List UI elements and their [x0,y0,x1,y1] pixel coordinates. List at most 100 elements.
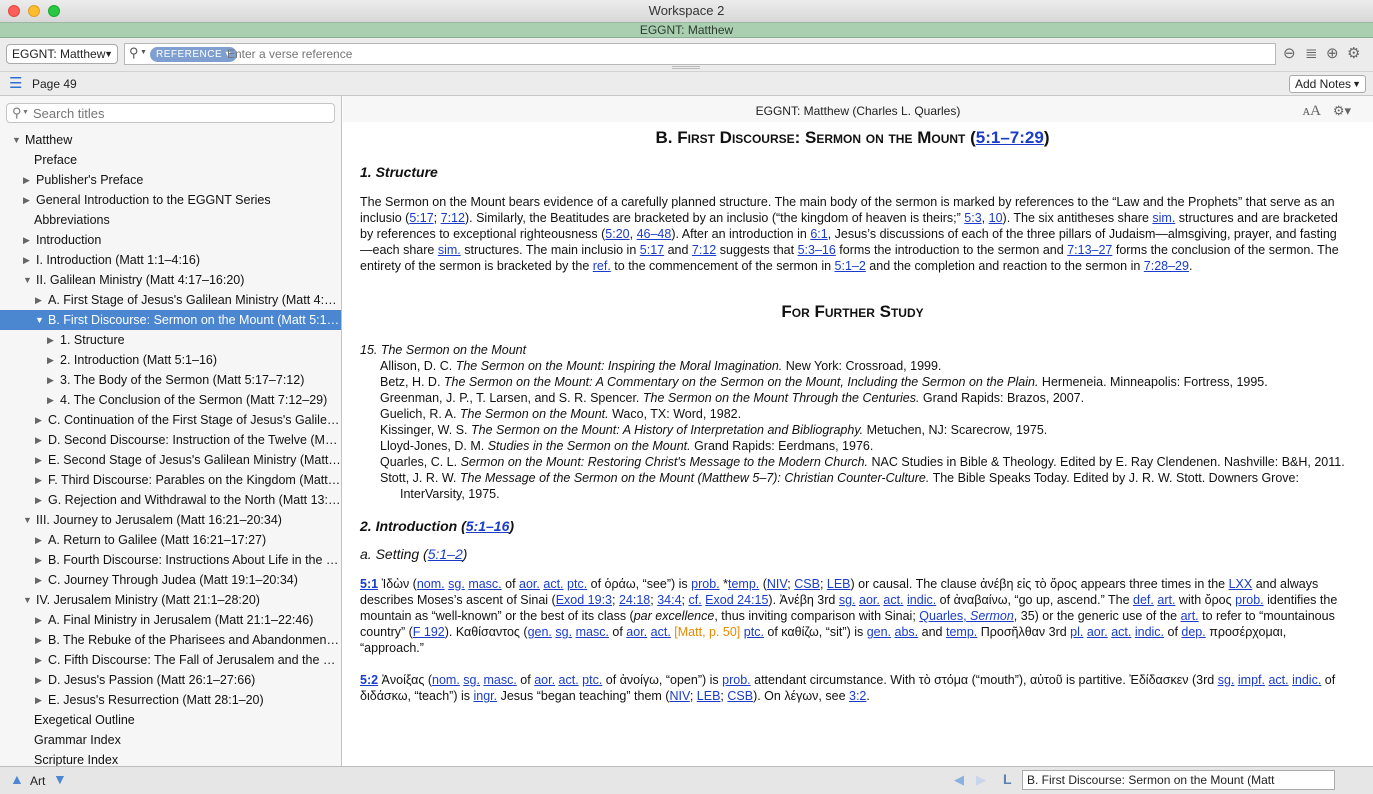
disclosure-closed-icon[interactable]: ▶ [35,570,42,590]
back-arrow-icon[interactable]: ◀ [954,772,964,788]
disclosure-closed-icon[interactable]: ▶ [23,170,30,190]
abbr-link[interactable]: indic. [907,593,936,607]
abbr-link[interactable]: act. [559,673,579,687]
disclosure-closed-icon[interactable]: ▶ [47,370,54,390]
disclosure-closed-icon[interactable]: ▶ [47,390,54,410]
abbr-link[interactable]: masc. [576,625,609,639]
abbr-link[interactable]: aor. [519,577,540,591]
abbr-link[interactable]: temp. [946,625,977,639]
disclosure-closed-icon[interactable]: ▶ [35,610,42,630]
abbr-link[interactable]: nom. [432,673,460,687]
disclosure-open-icon[interactable]: ▼ [35,310,44,330]
disclosure-closed-icon[interactable]: ▶ [23,230,30,250]
list-icon[interactable]: ≣ [1305,45,1318,63]
disclosure-closed-icon[interactable]: ▶ [35,550,42,570]
toc-item[interactable]: ▶ B. Fourth Discourse: Instructions About… [0,550,341,570]
abbr-link[interactable]: CSB [794,577,820,591]
abbr-link[interactable]: ptc. [744,625,764,639]
verse-link[interactable]: 5:2 [360,673,378,687]
toc-icon[interactable]: ☰ [9,74,22,92]
abbr-link[interactable]: sg. [463,673,480,687]
toc-item[interactable]: ▼ B. First Discourse: Sermon on the Mount… [0,310,341,330]
toc-item[interactable]: Exegetical Outline [0,710,341,730]
ref-link[interactable]: 7:12 [441,211,465,225]
abbr-link[interactable]: sim. [1152,211,1175,225]
abbr-link[interactable]: dep. [1181,625,1205,639]
reference-search-box[interactable]: ⚲ ▼ REFERENCE ▾ [124,43,1276,65]
ref-link[interactable]: 3:2 [849,689,866,703]
disclosure-open-icon[interactable]: ▼ [23,510,32,530]
abbr-link[interactable]: masc. [468,577,501,591]
title-search-input[interactable] [33,106,328,120]
ref-link[interactable]: 5:1–2 [428,546,463,562]
arrow-down-icon[interactable]: ▼ [53,771,67,787]
ref-link[interactable]: 10 [989,211,1003,225]
abbr-link[interactable]: gen. [867,625,891,639]
ref-link[interactable]: 7:28–29 [1144,259,1189,273]
disclosure-open-icon[interactable]: ▼ [12,130,21,150]
abbr-link[interactable]: ptc. [567,577,587,591]
reference-type-pill[interactable]: REFERENCE ▾ [150,47,237,62]
disclosure-closed-icon[interactable]: ▶ [35,670,42,690]
abbr-link[interactable]: aor. [1087,625,1108,639]
abbr-link[interactable]: act. [1268,673,1288,687]
ref-link[interactable]: Exod 24:15 [705,593,768,607]
resource-selector[interactable]: EGGNT: Matthew ▼ [6,44,118,64]
disclosure-closed-icon[interactable]: ▶ [47,330,54,350]
abbr-link[interactable]: sg. [448,577,465,591]
ref-link[interactable]: 46–48 [637,227,672,241]
ref-link[interactable]: 5:1–16 [466,518,510,534]
toc-item[interactable]: ▶ 4. The Conclusion of the Sermon (Matt 7… [0,390,341,410]
abbr-link[interactable]: aor. [534,673,555,687]
toc-item[interactable]: ▶ 3. The Body of the Sermon (Matt 5:17–7:… [0,370,341,390]
search-icon[interactable]: ⚲ [129,45,139,61]
abbr-link[interactable]: temp. [728,577,759,591]
abbr-link[interactable]: sg. [1218,673,1235,687]
section-ref-link[interactable]: 5:1–7:29 [976,128,1044,147]
ref-link[interactable]: 7:12 [692,243,716,257]
ref-link[interactable]: 34:4 [657,593,681,607]
ref-link[interactable]: 5:1–2 [835,259,866,273]
abbr-link[interactable]: NIV [669,689,689,703]
abbr-link[interactable]: prob. [691,577,720,591]
toc-item[interactable]: ▶ A. Final Ministry in Jerusalem (Matt 21… [0,610,341,630]
zoom-window-button[interactable] [48,5,60,17]
panel-menu-icon[interactable]: ⚙ [1347,45,1360,63]
disclosure-open-icon[interactable]: ▼ [23,270,32,290]
ref-link[interactable]: 5:20 [605,227,629,241]
toc-item[interactable]: ▶ G. Rejection and Withdrawal to the Nort… [0,490,341,510]
search-resource-icon[interactable]: ⊖ [1283,45,1296,63]
abbr-link[interactable]: prob. [1235,593,1264,607]
toc-item[interactable]: ▶ 2. Introduction (Matt 5:1–16) [0,350,341,370]
disclosure-closed-icon[interactable]: ▶ [35,690,42,710]
ref-link[interactable]: 5:3–16 [798,243,836,257]
toc-item[interactable]: ▶ A. First Stage of Jesus's Galilean Mini… [0,290,341,310]
abbr-link[interactable]: aor. [626,625,647,639]
ref-link[interactable]: 24:18 [619,593,650,607]
toc-item[interactable]: ▶ Introduction [0,230,341,250]
search-dropdown-icon[interactable]: ▼ [140,49,147,56]
abbr-link[interactable]: ingr. [473,689,497,703]
arrow-up-icon[interactable]: ▲ [10,771,24,787]
toc-item[interactable]: ▼ IV. Jerusalem Ministry (Matt 21:1–28:20… [0,590,341,610]
toc-item[interactable]: ▶ A. Return to Galilee (Matt 16:21–17:27) [0,530,341,550]
abbr-link[interactable]: nom. [417,577,445,591]
toc-item[interactable]: Scripture Index [0,750,341,766]
toc-item[interactable]: ▶ C. Journey Through Judea (Matt 19:1–20:… [0,570,341,590]
toc-item[interactable]: ▶ C. Continuation of the First Stage of J… [0,410,341,430]
disclosure-closed-icon[interactable]: ▶ [35,430,42,450]
abbr-link[interactable]: LEB [827,577,851,591]
add-icon[interactable]: ⊕ [1326,45,1339,63]
toc-item[interactable]: ▶ D. Second Discourse: Instruction of the… [0,430,341,450]
abbr-link[interactable]: def. [1133,593,1154,607]
toc-item[interactable]: Grammar Index [0,730,341,750]
resize-handle[interactable] [672,66,700,69]
abbr-link[interactable]: act. [1111,625,1131,639]
toc-item[interactable]: ▶ I. Introduction (Matt 1:1–4:16) [0,250,341,270]
disclosure-open-icon[interactable]: ▼ [23,590,32,610]
disclosure-closed-icon[interactable]: ▶ [23,190,30,210]
ref-link[interactable]: 5:3 [964,211,981,225]
close-window-button[interactable] [8,5,20,17]
disclosure-closed-icon[interactable]: ▶ [47,350,54,370]
disclosure-closed-icon[interactable]: ▶ [35,290,42,310]
